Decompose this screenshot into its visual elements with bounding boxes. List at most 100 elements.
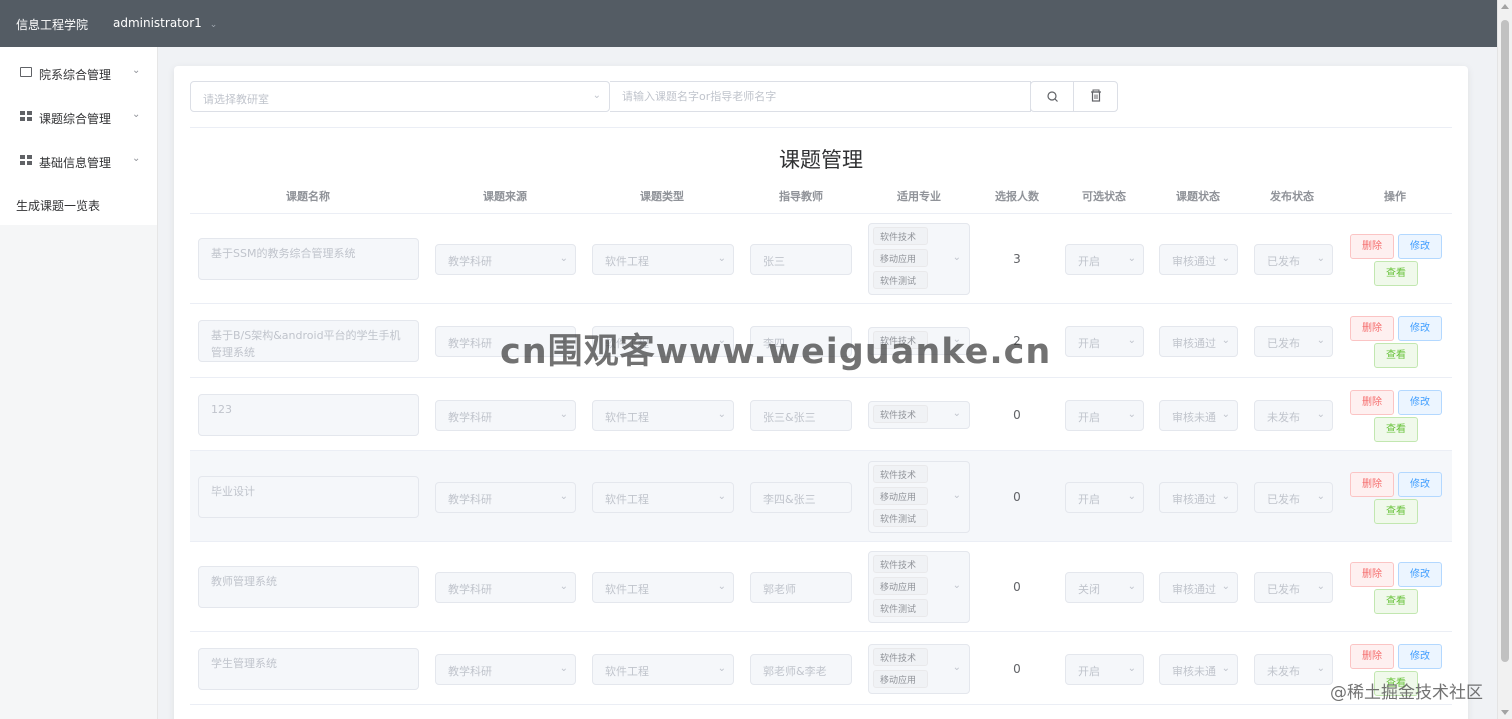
sidebar: 院系综合管理 ⌄ 课题综合管理 ⌄ 基础信息管理 ⌄ 生成课题一览表 xyxy=(0,47,158,719)
publish-status-select[interactable]: 已发布 ⌄ xyxy=(1254,244,1333,275)
sidebar-item-label: 院系综合管理 xyxy=(39,68,112,82)
review-status-select[interactable]: 审核通过 ⌄ xyxy=(1159,326,1238,357)
page-scrollbar[interactable] xyxy=(1497,0,1512,719)
major-tag: 移动应用 xyxy=(873,486,928,505)
search-input[interactable] xyxy=(610,82,1030,111)
teacher-field[interactable]: 郭老师 xyxy=(750,572,852,603)
publish-status-select[interactable]: 已发布 ⌄ xyxy=(1254,481,1333,513)
sidebar-item-topics[interactable]: 课题综合管理 ⌄ xyxy=(0,93,157,137)
teacher-field[interactable]: 张三 xyxy=(750,244,852,275)
chevron-down-icon: ⌄ xyxy=(717,408,726,420)
chevron-down-icon: ⌄ xyxy=(1221,408,1230,420)
edit-button[interactable]: 修改 xyxy=(1398,316,1442,341)
topic-name-field[interactable]: 123 xyxy=(198,393,419,436)
type-select[interactable]: 软件工程 ⌄ xyxy=(592,572,734,603)
column-header: 适用专业 xyxy=(897,190,941,203)
topic-name-field[interactable]: 学生管理系统 xyxy=(198,647,419,690)
major-multiselect[interactable]: 软件技术 移动应用 软件测试 ⌄ xyxy=(868,223,970,295)
topic-name-field[interactable]: 教师管理系统 xyxy=(198,566,419,608)
delete-button[interactable]: 删除 xyxy=(1350,643,1394,669)
publish-status-select[interactable]: 未发布 ⌄ xyxy=(1254,399,1333,431)
selectable-select[interactable]: 关闭 ⌄ xyxy=(1065,572,1144,603)
clear-button[interactable] xyxy=(1073,81,1118,112)
edit-button[interactable]: 修改 xyxy=(1398,643,1442,669)
delete-button[interactable]: 删除 xyxy=(1350,471,1394,497)
type-select[interactable]: 软件工程 ⌄ xyxy=(592,481,734,513)
chevron-down-icon: ⌄ xyxy=(1316,253,1325,264)
source-select[interactable]: 教学科研 ⌄ xyxy=(435,481,576,513)
major-multiselect[interactable]: 软件技术 移动应用 软件测试 ⌄ xyxy=(868,460,970,533)
major-multiselect[interactable]: 软件技术 移动应用 ⌄ xyxy=(868,643,970,694)
publish-status-select[interactable]: 已发布 ⌄ xyxy=(1254,326,1333,357)
table-header: 课题名称 课题来源 课题类型 指导教师 适用专业 选报人数 可选状态 课题状态 … xyxy=(190,184,1452,214)
teacher-field[interactable]: 李四&张三 xyxy=(750,481,852,513)
review-status-select[interactable]: 审核通过 ⌄ xyxy=(1159,481,1238,513)
review-status-select[interactable]: 审核通过 ⌄ xyxy=(1159,572,1238,603)
review-status-select[interactable]: 审核通过 ⌄ xyxy=(1159,244,1238,275)
brand-title: 信息工程学院 xyxy=(16,18,89,32)
topic-name-field[interactable]: 毕业设计 xyxy=(198,475,419,518)
teacher-field[interactable]: 郭老师&李老 xyxy=(750,653,852,685)
chevron-down-icon: ⌄ xyxy=(209,20,218,30)
search-icon xyxy=(1047,91,1058,102)
selectable-select[interactable]: 开启 ⌄ xyxy=(1065,481,1144,513)
scroll-thumb[interactable] xyxy=(1501,20,1509,662)
publish-status-value: 已发布 xyxy=(1267,492,1300,506)
delete-button[interactable]: 删除 xyxy=(1350,389,1394,415)
selectable-select[interactable]: 开启 ⌄ xyxy=(1065,399,1144,431)
type-select[interactable]: 软件工程 ⌄ xyxy=(592,653,734,685)
major-tag: 移动应用 xyxy=(873,577,928,595)
sidebar-item-department[interactable]: 院系综合管理 ⌄ xyxy=(0,49,157,93)
view-button[interactable]: 查看 xyxy=(1374,343,1418,368)
selectable-select[interactable]: 开启 ⌄ xyxy=(1065,244,1144,275)
view-button[interactable]: 查看 xyxy=(1374,589,1418,614)
teacher-field[interactable]: 张三&张三 xyxy=(750,399,852,431)
chevron-down-icon: ⌄ xyxy=(1127,581,1136,592)
review-status-select[interactable]: 审核未通 ⌄ xyxy=(1159,399,1238,431)
column-header: 课题来源 xyxy=(483,190,527,203)
edit-button[interactable]: 修改 xyxy=(1398,471,1442,497)
watermark-text: cn围观客www.weiguanke.cn xyxy=(500,332,1052,372)
delete-button[interactable]: 删除 xyxy=(1350,562,1394,587)
delete-button[interactable]: 删除 xyxy=(1350,316,1394,341)
source-select[interactable]: 教学科研 ⌄ xyxy=(435,572,576,603)
sidebar-item-topic-list[interactable]: 生成课题一览表 xyxy=(16,197,100,214)
user-menu[interactable]: administrator1 ⌄ xyxy=(113,16,217,30)
sidebar-item-basic-info[interactable]: 基础信息管理 ⌄ xyxy=(0,137,157,181)
edit-button[interactable]: 修改 xyxy=(1398,562,1442,587)
review-status-value: 审核通过 xyxy=(1172,583,1216,596)
publish-status-select[interactable]: 未发布 ⌄ xyxy=(1254,653,1333,685)
major-tag: 软件测试 xyxy=(873,271,928,289)
source-select[interactable]: 教学科研 ⌄ xyxy=(435,653,576,685)
review-status-select[interactable]: 审核未通 ⌄ xyxy=(1159,653,1238,685)
chevron-down-icon: ⌄ xyxy=(1221,253,1230,264)
source-select[interactable]: 教学科研 ⌄ xyxy=(435,244,576,275)
type-select[interactable]: 软件工程 ⌄ xyxy=(592,244,734,275)
department-select[interactable]: 请选择教研室 ⌄ xyxy=(190,81,610,112)
selectable-select[interactable]: 开启 ⌄ xyxy=(1065,653,1144,685)
main-card: 请选择教研室 ⌄ 课题管理 课题名称 课题来源 课题类型 指导教师 适用专业 选… xyxy=(174,66,1468,719)
major-multiselect[interactable]: 软件技术 移动应用 软件测试 ⌄ xyxy=(868,551,970,623)
chevron-down-icon: ⌄ xyxy=(717,662,726,674)
major-tag: 软件技术 xyxy=(873,404,928,423)
search-button[interactable] xyxy=(1030,81,1074,112)
column-header: 可选状态 xyxy=(1082,190,1126,203)
publish-status-select[interactable]: 已发布 ⌄ xyxy=(1254,572,1333,603)
column-header: 课题状态 xyxy=(1176,190,1220,203)
source-select[interactable]: 教学科研 ⌄ xyxy=(435,399,576,431)
edit-button[interactable]: 修改 xyxy=(1398,389,1442,415)
selectable-select[interactable]: 开启 ⌄ xyxy=(1065,326,1144,357)
topic-name-field[interactable]: 基于SSM的教务综合管理系统 xyxy=(198,238,419,280)
view-button[interactable]: 查看 xyxy=(1374,498,1418,524)
view-button[interactable]: 查看 xyxy=(1374,416,1418,442)
scroll-up-arrow[interactable] xyxy=(1501,4,1509,9)
delete-button[interactable]: 删除 xyxy=(1350,234,1394,259)
view-button[interactable]: 查看 xyxy=(1374,261,1418,286)
scroll-down-arrow[interactable] xyxy=(1501,710,1509,715)
topic-name-field[interactable]: 基于B/S架构&android平台的学生手机管理系统 xyxy=(198,320,419,362)
selectable-value: 关闭 xyxy=(1078,583,1100,596)
major-multiselect[interactable]: 软件技术 ⌄ xyxy=(868,400,970,429)
type-value: 软件工程 xyxy=(605,410,649,424)
type-select[interactable]: 软件工程 ⌄ xyxy=(592,399,734,431)
edit-button[interactable]: 修改 xyxy=(1398,234,1442,259)
